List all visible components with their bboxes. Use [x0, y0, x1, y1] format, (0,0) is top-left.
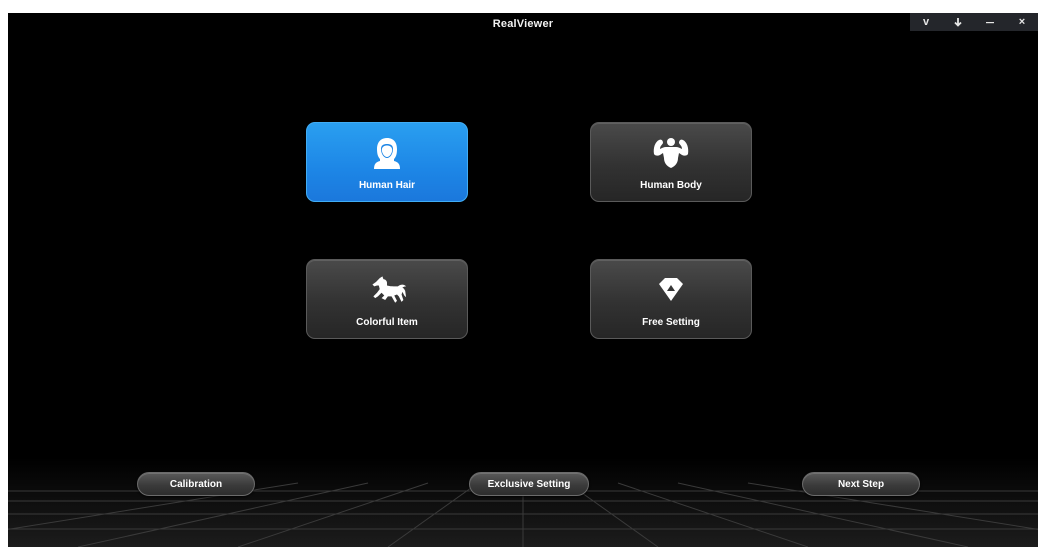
diamond-icon	[651, 273, 691, 307]
mode-human-body[interactable]: Human Body	[590, 122, 752, 202]
mode-label: Free Setting	[642, 317, 700, 328]
download-icon[interactable]	[947, 13, 969, 31]
window-controls: v ×	[910, 13, 1038, 31]
mode-label: Colorful Item	[356, 317, 418, 328]
mode-label: Human Hair	[358, 180, 416, 191]
close-icon[interactable]: ×	[1011, 13, 1033, 31]
minimize-icon[interactable]	[979, 13, 1001, 31]
woman-portrait-icon	[367, 136, 407, 170]
floor-grid	[8, 457, 1038, 547]
mode-human-hair[interactable]: Human Hair	[306, 122, 468, 202]
mode-colorful-item[interactable]: Colorful Item	[306, 259, 468, 339]
mode-label: Human Body	[640, 180, 702, 191]
horse-icon	[367, 273, 407, 307]
flexing-muscle-icon	[651, 136, 691, 170]
app-window: RealViewer v × Human Hair Human Body Col…	[8, 13, 1038, 547]
next-step-button[interactable]: Next Step	[802, 472, 920, 496]
title-bar: RealViewer v ×	[8, 13, 1038, 35]
v-button[interactable]: v	[915, 13, 937, 31]
exclusive-setting-button[interactable]: Exclusive Setting	[469, 472, 589, 496]
mode-free-setting[interactable]: Free Setting	[590, 259, 752, 339]
window-title: RealViewer	[492, 18, 554, 30]
calibration-button[interactable]: Calibration	[137, 472, 255, 496]
